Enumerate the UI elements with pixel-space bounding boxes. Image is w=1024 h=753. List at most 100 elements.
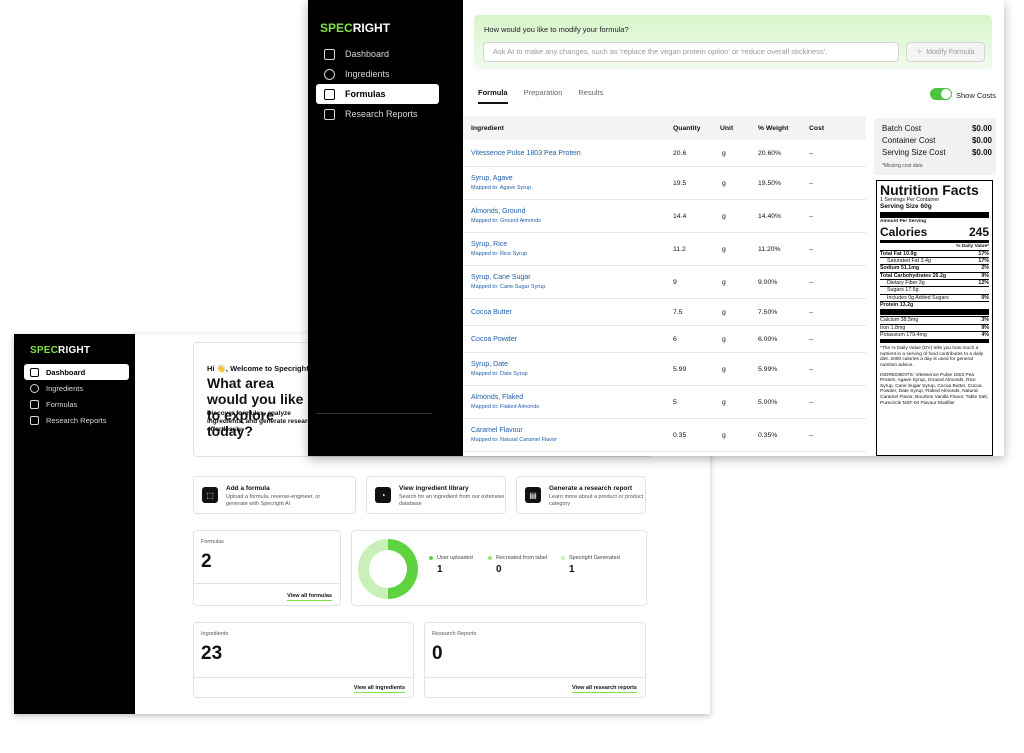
unit-cell: g [722,399,726,406]
table-row[interactable]: Vitessence Pulse 1803 Pea Protein 20.6 g 20… [463,140,866,167]
unit-cell: g [722,180,726,187]
mapped-to: Mapped to: Cane Sugar Syrup [471,284,546,290]
sidebar-item-dashboard[interactable]: Dashboard [24,364,129,380]
ingredient-library-card[interactable]: ◔ View ingredient library Search for an … [366,476,506,514]
chart-icon [324,88,335,100]
tab-results[interactable]: Results [578,88,603,104]
add-formula-card[interactable]: ⬚ Add a formula Upload a formula, revers… [193,476,356,514]
ai-question: How would you like to modify your formul… [484,25,629,34]
nutrient-row: Sodium 51.1mg 2% [880,264,989,272]
legend-user-uploaded: User uploaded 1 [429,555,473,575]
ai-prompt-input[interactable]: Ask AI to make any changes, such as 'rep… [483,42,899,62]
cost-cell: -- [809,336,814,343]
daily-value-footnote: *The % Daily Value (DV) tells you how mu… [880,346,984,368]
sidebar-item-formulas[interactable]: Formulas [24,396,129,412]
view-all-research-reports-link[interactable]: View all research reports [571,685,637,693]
view-all-formulas-link[interactable]: View all formulas [287,593,332,601]
unit-cell: g [722,150,726,157]
table-row[interactable]: Syrup, Cane Sugar Mapped to: Cane Sugar S… [463,266,866,299]
ingredient-name[interactable]: Syrup, Agave [471,175,531,182]
cost-cell: -- [809,279,814,286]
cost-cell: -- [809,309,814,316]
logo[interactable]: SPECRIGHT [320,21,390,35]
table-row[interactable]: Almonds, Ground Mapped to: Ground Almonds… [463,200,866,233]
nutrient-row: Includes 0g Added Sugars 0% [880,293,989,301]
upload-icon: ⬚ [202,487,218,503]
legend-recreated-from-label: Recreated from label 0 [488,555,547,575]
sidebar-item-dashboard[interactable]: Dashboard [316,44,439,64]
document-icon [30,415,39,425]
sidebar-item-research-reports[interactable]: Research Reports [316,104,439,124]
table-row[interactable]: Caramel Flavour Mapped to: Natural Carame… [463,419,866,452]
quantity-cell: 11.2 [673,246,686,253]
col-ingredient[interactable]: Ingredient [471,125,504,132]
sidebar-item-research-reports[interactable]: Research Reports [24,412,129,428]
research-report-card[interactable]: ▤ Generate a research report Learn more … [516,476,646,514]
unit-cell: g [722,213,726,220]
home-icon [324,48,335,60]
sidebar-item-formulas[interactable]: Formulas [316,84,439,104]
col-cost[interactable]: Cost [809,125,824,132]
sparkle-icon: ✧ [916,49,923,56]
calories-value: 245 [968,224,989,239]
quantity-cell: 0.35 [673,432,687,439]
logo[interactable]: SPECRIGHT [30,345,90,356]
tab-formula[interactable]: Formula [478,88,508,104]
ingredient-name[interactable]: Caramel Flavour [471,427,557,434]
unit-cell: g [722,366,726,373]
table-row[interactable]: Almonds, Flaked Mapped to: Flaked Almonds… [463,386,866,419]
weight-cell: 5.99% [758,366,778,373]
show-costs-label: Show Costs [956,91,997,100]
ingredients-stat-card: Ingredients 23 View all ingredients [193,622,414,698]
legend-dot [488,555,492,560]
legend-specright-generated: Specright Generated 1 [561,555,620,575]
unit-cell: g [722,279,726,286]
serving-size: Serving Size 60g [880,203,932,211]
ingredient-table: Ingredient Quantity Unit % Weight Cost V… [463,116,866,452]
unit-cell: g [722,336,726,343]
nutrition-title: Nutrition Facts [880,182,979,198]
ai-modify-panel: How would you like to modify your formul… [474,15,992,70]
ingredient-name[interactable]: Almonds, Flaked [471,394,539,401]
formula-window: SPECRIGHT Dashboard Ingredients Formulas… [308,0,1004,456]
table-row[interactable]: Syrup, Date Mapped to: Date Syrup 5.99 g 5.9… [463,353,866,386]
table-row[interactable]: Cocoa Butter 7.5 g 7.50% -- [463,299,866,326]
welcome-subtitle: Discover formulas, analyze ingredients, … [207,410,316,433]
cost-summary: Batch Cost $0.00 Container Cost $0.00 Serv… [874,118,996,175]
greeting: Hi 👋, Welcome to Specright [207,364,309,373]
mapped-to: Mapped to: Rice Syrup [471,251,527,257]
sidebar-item-ingredients[interactable]: Ingredients [24,380,129,396]
mapped-to: Mapped to: Ground Almonds [471,218,542,224]
ingredient-name[interactable]: Cocoa Powder [471,336,517,343]
col-weight[interactable]: % Weight [758,125,788,132]
weight-cell: 6.00% [758,336,778,343]
formula-sidebar: SPECRIGHT Dashboard Ingredients Formulas… [308,0,463,456]
ingredient-name[interactable]: Syrup, Rice [471,241,527,248]
col-unit[interactable]: Unit [720,125,733,132]
table-row[interactable]: Syrup, Agave Mapped to: Agave Syrup 19.5 g 1… [463,167,866,200]
ingredient-name[interactable]: Almonds, Ground [471,208,541,215]
quantity-cell: 20.6 [673,150,687,157]
reports-stat-card: Research Reports 0 View all research rep… [424,622,646,698]
nutrient-row: Saturated Fat 3.4g 17% [880,257,989,264]
table-row[interactable]: Syrup, Rice Mapped to: Rice Syrup 11.2 g 11.… [463,233,866,266]
formula-donut-chart [358,539,418,599]
sidebar-item-ingredients[interactable]: Ingredients [316,64,439,84]
modify-formula-button[interactable]: ✧ Modify Formula [906,42,985,62]
pie-icon: ◔ [375,487,391,503]
ingredient-name[interactable]: Syrup, Date [471,361,528,368]
quantity-cell: 5 [673,399,677,406]
show-costs-toggle[interactable] [930,88,952,100]
pie-icon [324,68,335,80]
ingredient-name[interactable]: Cocoa Butter [471,309,512,316]
quantity-cell: 7.5 [673,309,683,316]
weight-cell: 14.40% [758,213,782,220]
table-row[interactable]: Cocoa Powder 6 g 6.00% -- [463,326,866,353]
col-quantity[interactable]: Quantity [673,125,701,132]
view-all-ingredients-link[interactable]: View all ingredients [353,685,405,693]
nutrient-row: Protein 13.2g [880,300,989,308]
cost-cell: -- [809,150,814,157]
ingredient-name[interactable]: Vitessence Pulse 1803 Pea Protein [471,150,581,157]
tab-preparation[interactable]: Preparation [524,88,563,104]
ingredient-name[interactable]: Syrup, Cane Sugar [471,274,545,281]
